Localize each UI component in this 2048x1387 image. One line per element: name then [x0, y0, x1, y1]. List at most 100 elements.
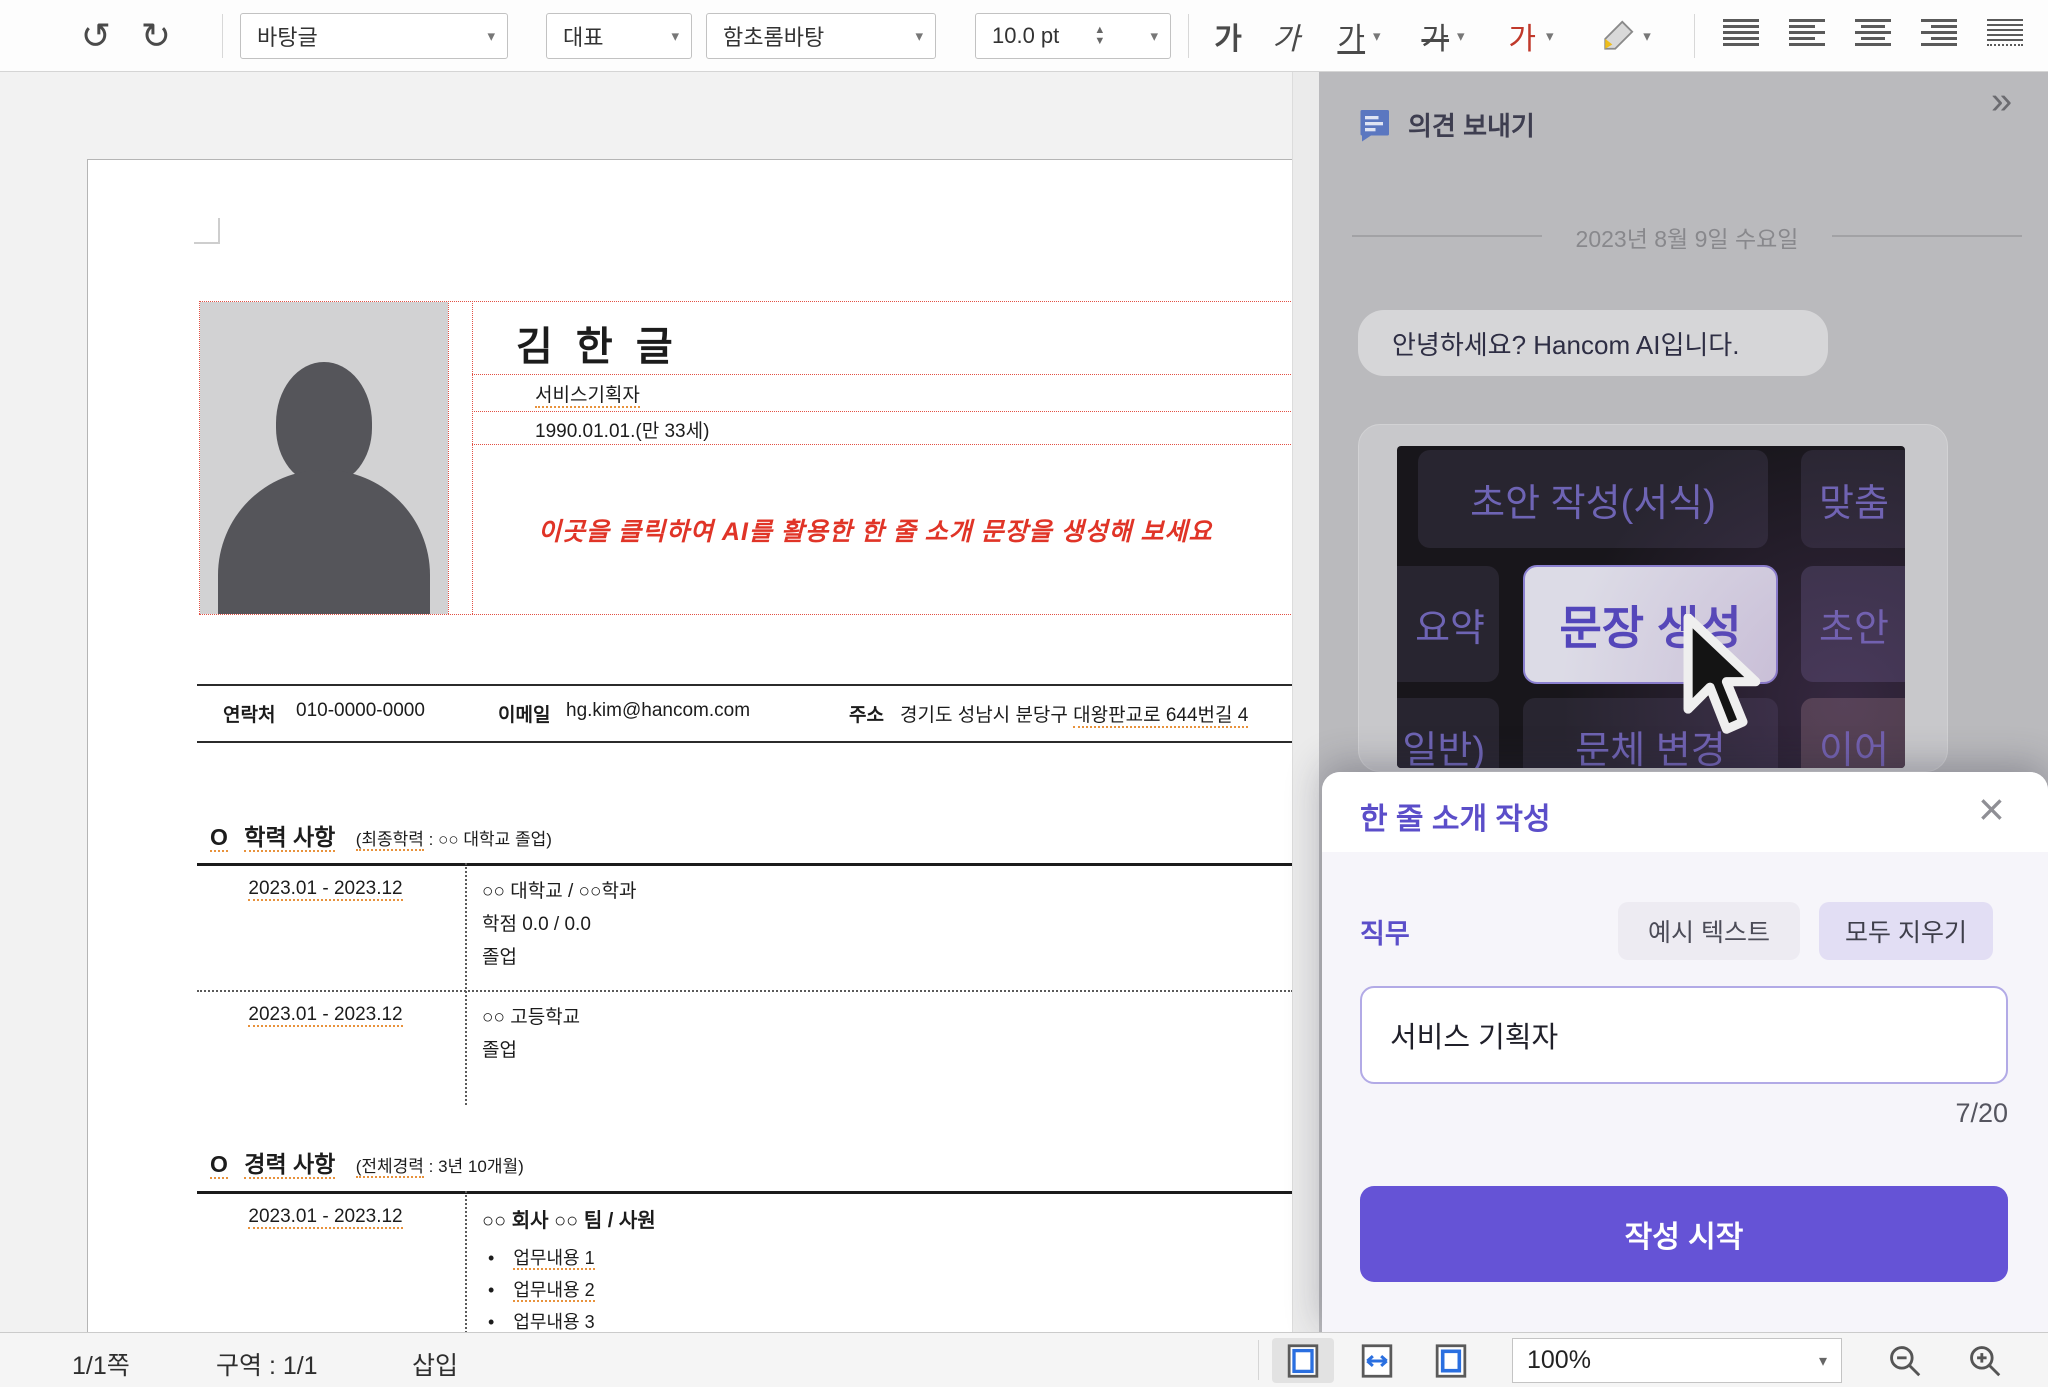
job-field-label: 직무: [1360, 912, 1410, 951]
education-detail: 졸업: [482, 1035, 517, 1062]
chevron-down-icon: ▾: [1819, 1351, 1827, 1371]
example-text-button[interactable]: 예시 텍스트: [1618, 902, 1800, 960]
paragraph-style-dropdown[interactable]: 바탕글 ▾: [240, 13, 508, 59]
toolbar-separator: [222, 14, 223, 58]
page-view-icon: [1286, 1343, 1320, 1379]
career-section-header: O 경력 사항 (전체경력 : 3년 10개월): [210, 1145, 524, 1179]
document-page[interactable]: 김 한 글 서비스기획자 1990.01.01.(만 33세) 이곳을 클릭하여…: [87, 159, 1292, 1332]
fit-width-button[interactable]: [1346, 1338, 1408, 1383]
education-detail: ○○ 대학교 / ○○학과: [482, 876, 636, 903]
font-size-stepper[interactable]: ▲ ▼: [1094, 25, 1105, 47]
column-divider: [465, 1191, 467, 1332]
resume-name: 김 한 글: [516, 314, 679, 372]
insert-mode-indicator[interactable]: 삽입: [412, 1346, 458, 1382]
strikethrough-button[interactable]: 가 ▾: [1404, 13, 1482, 59]
zoom-level-value: 100%: [1527, 1346, 1591, 1375]
chevron-down-icon[interactable]: ▾: [1643, 27, 1651, 45]
tutorial-screenshot: 초안 작성(서식) 맞춤 요약 문장 생성 초안 일반) 문체 변경 이어: [1397, 446, 1905, 768]
chevron-down-icon: ▾: [477, 27, 495, 45]
font-color-label: 가: [1508, 14, 1536, 58]
table-border: [472, 444, 1292, 445]
job-input[interactable]: [1360, 986, 2008, 1084]
dialog-title: 한 줄 소개 작성: [1360, 794, 1551, 838]
align-distribute-button[interactable]: [1976, 16, 2034, 49]
close-icon[interactable]: ×: [1978, 782, 2005, 836]
font-family-value: 함초롬바탕: [723, 20, 824, 52]
statusbar-separator: [1258, 1340, 1259, 1380]
tutorial-image-card: 초안 작성(서식) 맞춤 요약 문장 생성 초안 일반) 문체 변경 이어: [1358, 424, 1948, 772]
send-feedback-button[interactable]: 의견 보내기: [1356, 106, 1535, 143]
strikethrough-label: 가: [1421, 14, 1449, 58]
style-preset-value: 대표: [563, 20, 603, 52]
zoom-level-dropdown[interactable]: 100% ▾: [1512, 1338, 1842, 1383]
page-view-button[interactable]: [1272, 1338, 1334, 1383]
toolbar-separator: [1694, 14, 1695, 58]
bullet-icon: •: [488, 1312, 494, 1332]
resume-job-title: 서비스기획자: [535, 380, 640, 407]
app-window: ↺ ↻ 바탕글 ▾ 대표 ▾ 함초롬바탕 ▾ 10.0 pt ▲ ▼ ▾ 가 가…: [0, 0, 2048, 1387]
education-period: 2023.01 - 2023.12: [218, 878, 433, 900]
chevron-down-icon: ▾: [661, 27, 679, 45]
address-value: 경기도 성남시 분당구 대왕판교로 644번길 4: [900, 700, 1248, 727]
education-detail: ○○ 고등학교: [482, 1002, 580, 1029]
education-section-header: O 학력 사항 (최종학력 : ○○ 대학교 졸업): [210, 818, 552, 852]
ai-prompt-text[interactable]: 이곳을 클릭하여 AI를 활용한 한 줄 소개 문장을 생성해 보세요: [538, 512, 1213, 548]
section-divider: [197, 1191, 1292, 1194]
silhouette-shoulders: [218, 470, 430, 614]
step-down-icon[interactable]: ▼: [1094, 36, 1105, 47]
resume-birthdate: 1990.01.01.(만 33세): [535, 416, 709, 443]
fit-page-icon: [1434, 1343, 1468, 1379]
redo-icon[interactable]: ↻: [134, 14, 178, 58]
ai-greeting-text: 안녕하세요? Hancom AI입니다.: [1392, 325, 1739, 362]
chevron-down-icon[interactable]: ▾: [1373, 27, 1381, 45]
section-divider: [197, 863, 1292, 866]
profile-photo-placeholder[interactable]: [200, 302, 448, 614]
fit-page-button[interactable]: [1420, 1338, 1482, 1383]
bullet-icon: •: [488, 1280, 494, 1300]
zoom-in-icon: [1966, 1342, 2004, 1380]
toolbar-separator: [1188, 14, 1189, 58]
start-writing-button[interactable]: 작성 시작: [1360, 1186, 2008, 1282]
section-bullet-icon: O: [210, 824, 228, 852]
align-justify-button[interactable]: [1712, 16, 1770, 49]
clear-all-button[interactable]: 모두 지우기: [1819, 902, 1993, 960]
font-color-button[interactable]: 가 ▾: [1490, 13, 1572, 59]
align-center-button[interactable]: [1844, 16, 1902, 49]
chevron-down-icon[interactable]: ▾: [1457, 27, 1465, 45]
font-size-control[interactable]: 10.0 pt ▲ ▼ ▾: [975, 13, 1171, 59]
education-subtitle: (최종학력 : ○○ 대학교 졸업): [356, 830, 552, 849]
underline-button[interactable]: 가 ▾: [1320, 13, 1398, 59]
status-bar: 1/1쪽 구역 : 1/1 삽입 100% ▾: [0, 1332, 2048, 1387]
bold-button[interactable]: 가: [1202, 13, 1254, 59]
highlighter-pen-icon: [1601, 19, 1635, 53]
section-bullet-icon: O: [210, 1151, 228, 1179]
education-title: 학력 사항: [244, 824, 335, 852]
align-right-button[interactable]: [1910, 16, 1968, 49]
education-period: 2023.01 - 2023.12: [218, 1004, 433, 1026]
style-preset-dropdown[interactable]: 대표 ▾: [546, 13, 692, 59]
career-role: ○○ 회사 ○○ 팀 / 사원: [482, 1204, 656, 1233]
section-indicator: 구역 : 1/1: [216, 1346, 318, 1382]
cursor-arrow-icon: [1675, 614, 1767, 742]
font-size-value: 10.0 pt: [992, 23, 1059, 49]
bullet-icon: •: [488, 1248, 494, 1268]
font-family-dropdown[interactable]: 함초롬바탕 ▾: [706, 13, 936, 59]
table-border: [199, 614, 1292, 615]
page-indicator: 1/1쪽: [72, 1346, 130, 1382]
italic-button[interactable]: 가: [1260, 13, 1312, 59]
highlight-button[interactable]: ▾: [1580, 13, 1672, 59]
collapse-panel-icon[interactable]: »: [1991, 80, 2012, 123]
align-left-button[interactable]: [1778, 16, 1836, 49]
undo-icon[interactable]: ↺: [74, 14, 118, 58]
vertical-scrollbar[interactable]: [1292, 72, 1319, 1332]
one-line-intro-dialog: 한 줄 소개 작성 × 직무 예시 텍스트 모두 지우기 7/20 작성 시작: [1322, 772, 2048, 1332]
phone-label: 연락처: [223, 700, 275, 727]
chevron-down-icon[interactable]: ▾: [1546, 27, 1554, 45]
career-period: 2023.01 - 2023.12: [218, 1206, 433, 1228]
career-subtitle: (전체경력 : 3년 10개월): [356, 1157, 524, 1176]
career-task: • 업무내용 2: [488, 1276, 595, 1302]
chat-bubble-icon: [1356, 107, 1392, 143]
zoom-out-button[interactable]: [1886, 1342, 1924, 1385]
paragraph-style-value: 바탕글: [257, 20, 318, 52]
zoom-in-button[interactable]: [1966, 1342, 2004, 1385]
